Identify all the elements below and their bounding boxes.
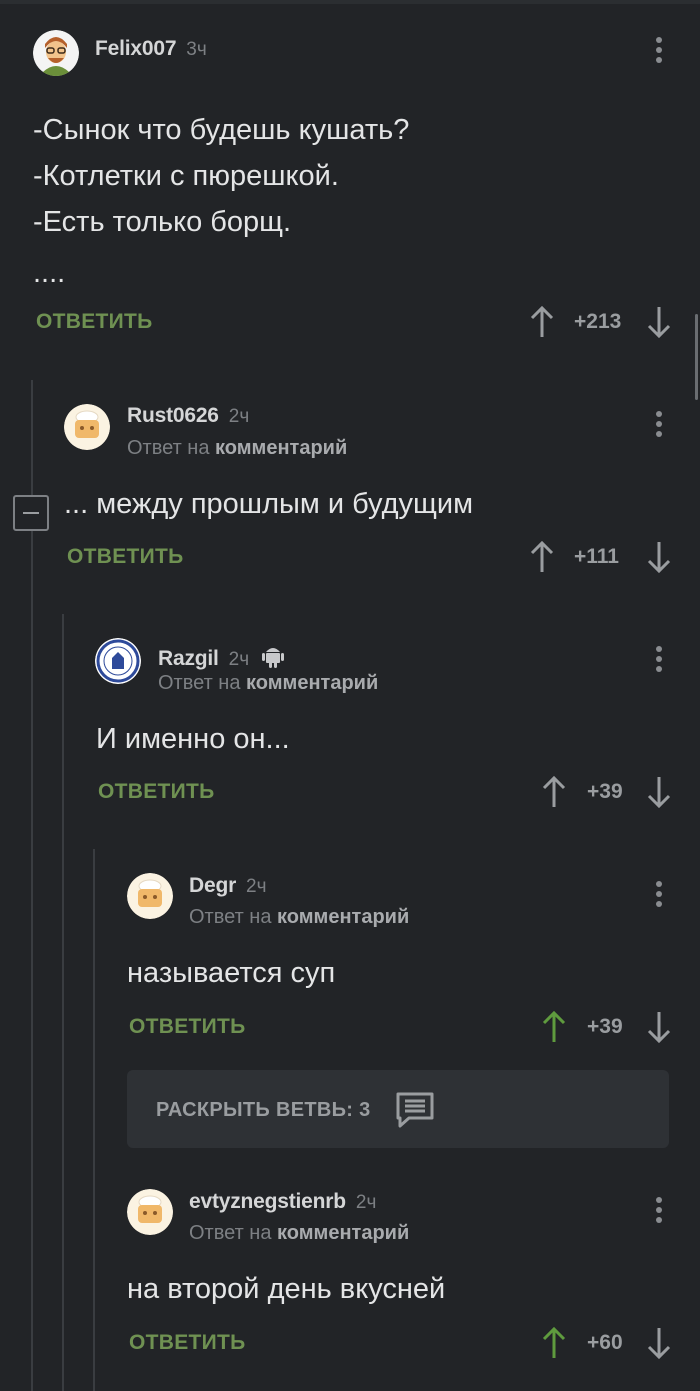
upvote-icon[interactable] — [528, 305, 556, 339]
reply-to-line: Ответ на комментарий — [158, 672, 378, 695]
avatar[interactable] — [95, 638, 141, 684]
comment-author[interactable]: Razgil — [158, 647, 219, 671]
avatar[interactable] — [127, 873, 173, 919]
rating-value: +60 — [587, 1331, 623, 1354]
expand-branch-label: РАСКРЫТЬ ВЕТВЬ: 3 — [156, 1099, 371, 1121]
comment-text-line: называется суп — [127, 957, 336, 989]
reply-to-prefix: Ответ на — [189, 906, 272, 928]
reply-button[interactable]: ОТВЕТИТЬ — [129, 1331, 246, 1355]
more-options-icon[interactable] — [655, 36, 663, 64]
collapse-thread-button[interactable] — [13, 495, 49, 531]
more-options-icon[interactable] — [655, 880, 663, 908]
upvote-icon[interactable] — [540, 775, 568, 809]
avatar[interactable] — [127, 1189, 173, 1235]
avatar[interactable] — [64, 404, 110, 450]
comment-text-line: на второй день вкусней — [127, 1273, 446, 1305]
comment-author[interactable]: Rust0626 — [127, 404, 219, 428]
comment-author[interactable]: Felix007 — [95, 37, 176, 61]
rating-value: +111 — [574, 545, 619, 568]
upvote-icon[interactable] — [540, 1326, 568, 1360]
thread-line-level-2[interactable] — [62, 614, 64, 1391]
reply-to-line: Ответ на комментарий — [127, 437, 347, 460]
reply-to-prefix: Ответ на — [127, 437, 210, 459]
reply-to-line: Ответ на комментарий — [189, 1222, 409, 1245]
more-options-icon[interactable] — [655, 645, 663, 673]
reply-to-link[interactable]: комментарий — [215, 437, 347, 459]
comment-time: 2ч — [355, 1192, 377, 1213]
reply-to-prefix: Ответ на — [158, 672, 241, 694]
comment-time: 2ч — [228, 406, 250, 427]
top-divider — [0, 0, 700, 4]
comment-text-line: .... — [33, 257, 66, 289]
reply-to-line: Ответ на комментарий — [189, 906, 409, 929]
scrollbar[interactable] — [695, 314, 698, 400]
reply-to-link[interactable]: комментарий — [277, 906, 409, 928]
comment-time: 3ч — [186, 39, 207, 60]
more-options-icon[interactable] — [655, 410, 663, 438]
rating-value: +39 — [587, 780, 623, 803]
comment-text-line: -Есть только борщ. — [33, 206, 292, 238]
thread-line-level-1[interactable] — [31, 380, 33, 1391]
upvote-icon[interactable] — [528, 540, 556, 574]
reply-button[interactable]: ОТВЕТИТЬ — [36, 310, 153, 334]
rating-value: +213 — [574, 310, 622, 333]
downvote-icon[interactable] — [645, 305, 673, 339]
comment-author[interactable]: Degr — [189, 874, 236, 898]
reply-to-prefix: Ответ на — [189, 1222, 272, 1244]
comment-text-line: -Сынок что будешь кушать? — [33, 114, 410, 146]
upvote-icon[interactable] — [540, 1010, 568, 1044]
rating-value: +39 — [587, 1015, 623, 1038]
expand-branch-button[interactable]: РАСКРЫТЬ ВЕТВЬ: 3 — [127, 1070, 669, 1148]
comment-time: 2ч — [228, 649, 250, 670]
downvote-icon[interactable] — [645, 775, 673, 809]
comment-text-line: И именно он... — [96, 723, 290, 755]
thread-line-level-3[interactable] — [93, 849, 95, 1391]
comment-author[interactable]: evtyznegstienrb — [189, 1190, 346, 1214]
reply-button[interactable]: ОТВЕТИТЬ — [129, 1015, 246, 1039]
android-icon — [261, 643, 285, 674]
downvote-icon[interactable] — [645, 1010, 673, 1044]
reply-button[interactable]: ОТВЕТИТЬ — [67, 545, 184, 569]
reply-to-link[interactable]: комментарий — [277, 1222, 409, 1244]
comment-text-line: -Котлетки с пюрешкой. — [33, 160, 339, 192]
comment-text-line: ... между прошлым и будущим — [64, 488, 474, 520]
more-options-icon[interactable] — [655, 1196, 663, 1224]
avatar[interactable] — [33, 30, 79, 76]
comments-icon — [395, 1090, 435, 1135]
comment-time: 2ч — [246, 876, 267, 897]
downvote-icon[interactable] — [645, 1326, 673, 1360]
reply-button[interactable]: ОТВЕТИТЬ — [98, 780, 215, 804]
downvote-icon[interactable] — [645, 540, 673, 574]
reply-to-link[interactable]: комментарий — [246, 672, 378, 694]
